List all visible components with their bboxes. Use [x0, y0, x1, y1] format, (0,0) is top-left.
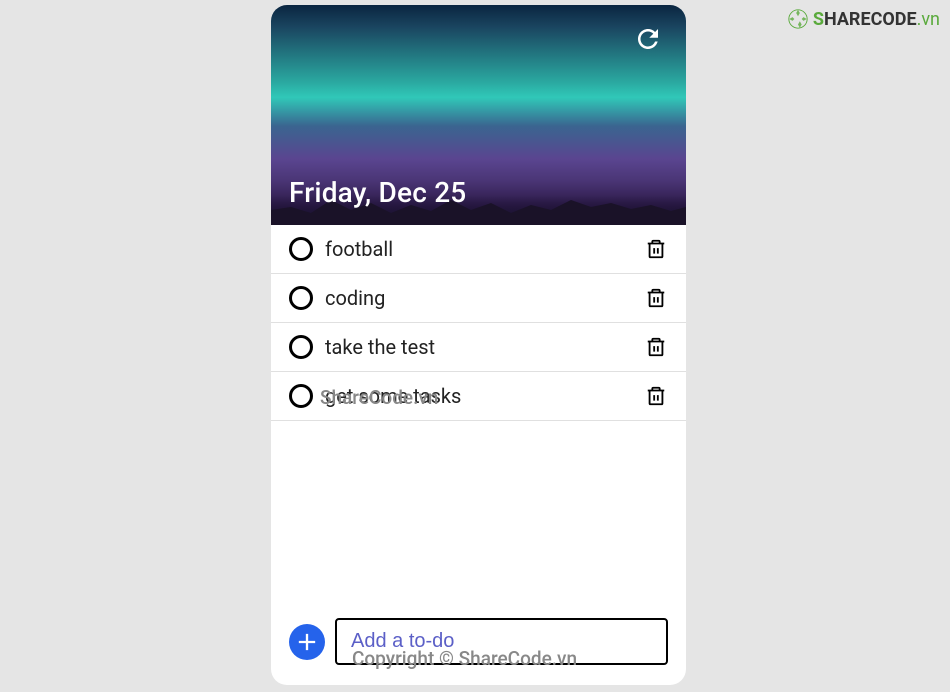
- checkbox[interactable]: [289, 384, 313, 408]
- todo-list: football coding take the test: [271, 225, 686, 606]
- trash-icon: [645, 336, 667, 358]
- todo-text: football: [325, 237, 632, 261]
- trash-icon: [645, 287, 667, 309]
- refresh-icon: [633, 24, 663, 54]
- trash-icon: [645, 238, 667, 260]
- delete-button[interactable]: [644, 335, 668, 359]
- card-header: Friday, Dec 25: [271, 5, 686, 225]
- todo-text: take the test: [325, 335, 632, 359]
- todo-text: coding: [325, 286, 632, 310]
- todo-text: get some tasks: [325, 384, 632, 408]
- checkbox[interactable]: [289, 286, 313, 310]
- todo-card: Friday, Dec 25 football coding: [271, 5, 686, 685]
- trash-icon: [645, 385, 667, 407]
- todo-item: coding: [271, 274, 686, 323]
- delete-button[interactable]: [644, 286, 668, 310]
- plus-icon: [293, 628, 321, 656]
- refresh-button[interactable]: [632, 23, 664, 55]
- add-input[interactable]: [335, 618, 668, 665]
- todo-item: football: [271, 225, 686, 274]
- add-button[interactable]: [289, 624, 325, 660]
- checkbox[interactable]: [289, 237, 313, 261]
- todo-item: take the test: [271, 323, 686, 372]
- date-label: Friday, Dec 25: [289, 176, 466, 209]
- todo-item: get some tasks: [271, 372, 686, 421]
- delete-button[interactable]: [644, 384, 668, 408]
- watermark-logo: SHARECODE.vn: [787, 8, 940, 30]
- checkbox[interactable]: [289, 335, 313, 359]
- logo-rest: HARECODE: [824, 9, 917, 30]
- logo-s: S: [813, 9, 824, 30]
- logo-ext: .vn: [917, 9, 940, 30]
- recycle-icon: [787, 8, 809, 30]
- input-row: [271, 606, 686, 685]
- delete-button[interactable]: [644, 237, 668, 261]
